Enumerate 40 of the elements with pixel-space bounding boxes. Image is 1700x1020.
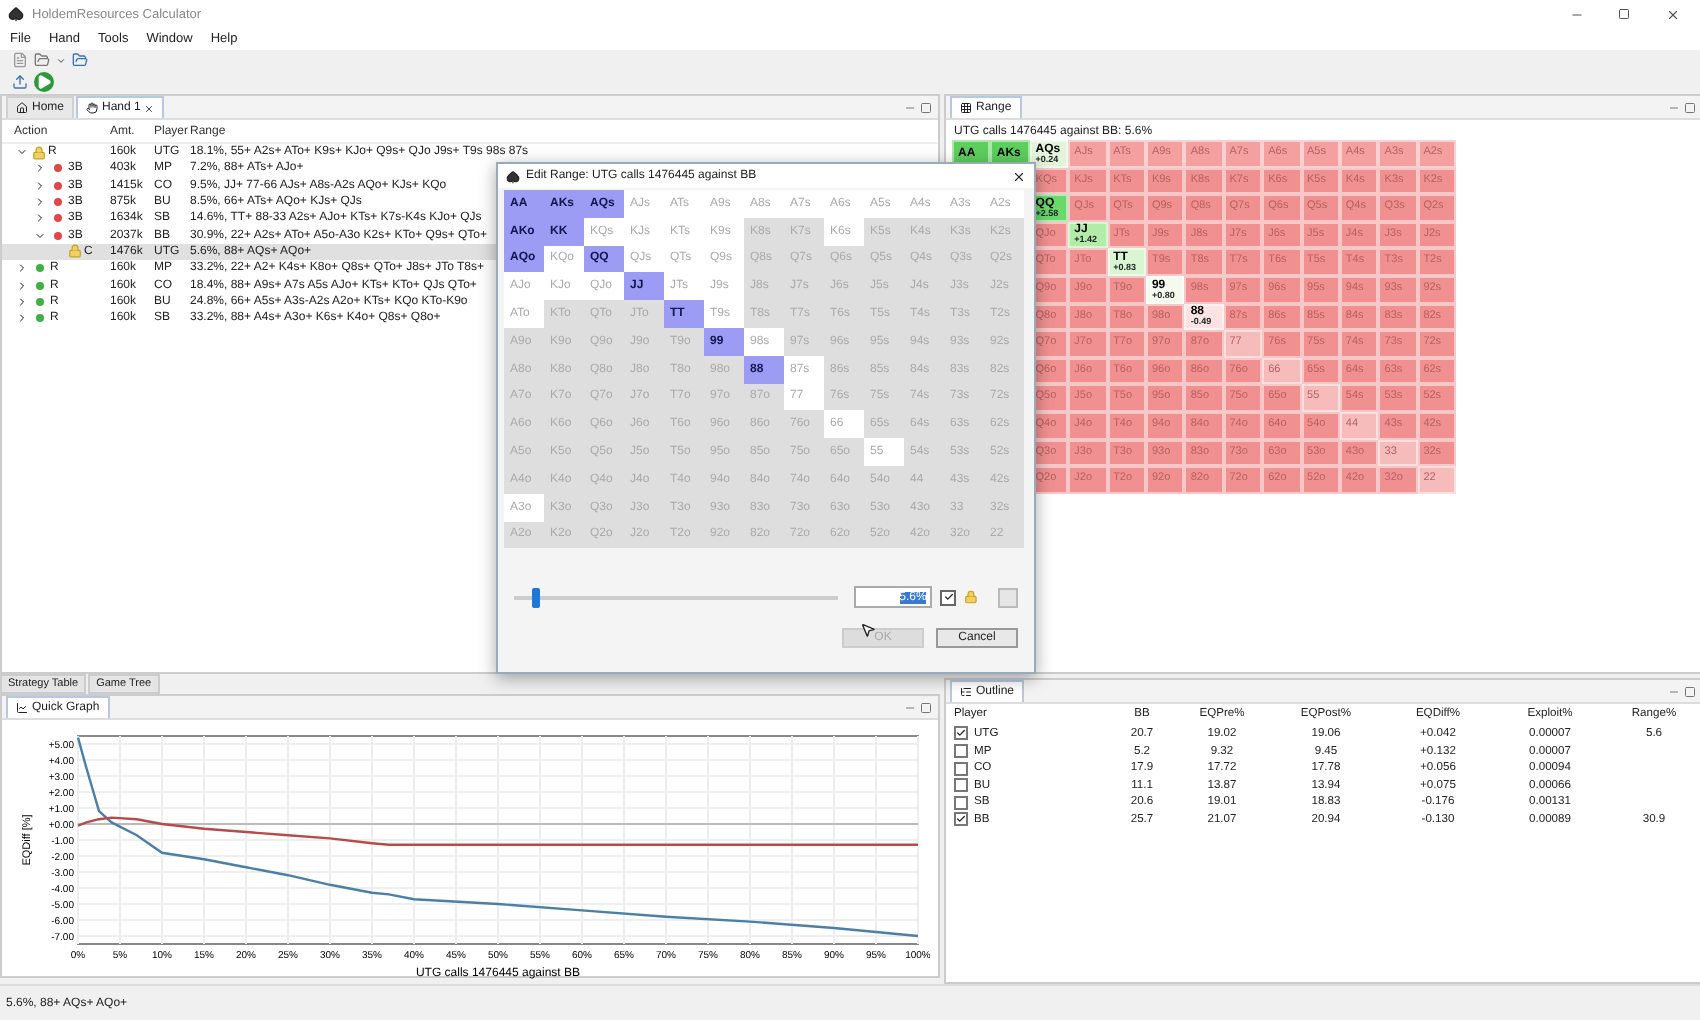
app-icon xyxy=(506,169,520,183)
checkbox[interactable] xyxy=(954,795,968,810)
checkbox[interactable] xyxy=(954,761,968,776)
maximize-icon[interactable] xyxy=(1618,8,1630,20)
chart-icon xyxy=(16,702,28,714)
folder-icon[interactable] xyxy=(72,52,88,68)
slider-thumb[interactable] xyxy=(532,587,541,608)
chevron-right-icon[interactable] xyxy=(16,279,28,292)
home-icon xyxy=(16,102,28,114)
chevron-right-icon[interactable] xyxy=(34,212,46,225)
checkbox[interactable] xyxy=(954,778,968,793)
document-icon[interactable] xyxy=(12,52,28,68)
close-icon[interactable] xyxy=(1012,169,1026,183)
checkbox[interactable] xyxy=(954,744,968,759)
folder-icon[interactable] xyxy=(34,52,50,68)
checkbox[interactable] xyxy=(954,726,968,741)
maximize-icon[interactable] xyxy=(920,702,932,714)
caret-icon[interactable] xyxy=(56,55,66,65)
chevron-right-icon[interactable] xyxy=(34,179,46,192)
lock-icon xyxy=(964,590,979,605)
hand-icon xyxy=(86,102,99,114)
chevron-right-icon[interactable] xyxy=(16,262,28,275)
maximize-icon[interactable] xyxy=(1684,102,1696,114)
play-icon[interactable] xyxy=(34,72,54,92)
chevron-right-icon[interactable] xyxy=(34,162,46,175)
app-icon xyxy=(8,6,24,22)
chevron-right-icon[interactable] xyxy=(16,295,28,308)
maximize-icon[interactable] xyxy=(1684,685,1696,698)
outline-icon xyxy=(960,685,972,698)
cursor-icon xyxy=(860,622,876,638)
chevron-right-icon[interactable] xyxy=(16,312,28,325)
chevron-down-icon[interactable] xyxy=(16,146,28,159)
chevron-down-icon[interactable] xyxy=(34,229,46,242)
grid-icon xyxy=(960,102,972,114)
checkbox[interactable] xyxy=(954,812,968,827)
upload-icon[interactable] xyxy=(12,74,28,90)
chevron-right-icon[interactable] xyxy=(34,196,46,209)
close-icon[interactable] xyxy=(1665,7,1679,21)
checkbox[interactable] xyxy=(940,589,957,606)
maximize-icon[interactable] xyxy=(920,102,932,114)
